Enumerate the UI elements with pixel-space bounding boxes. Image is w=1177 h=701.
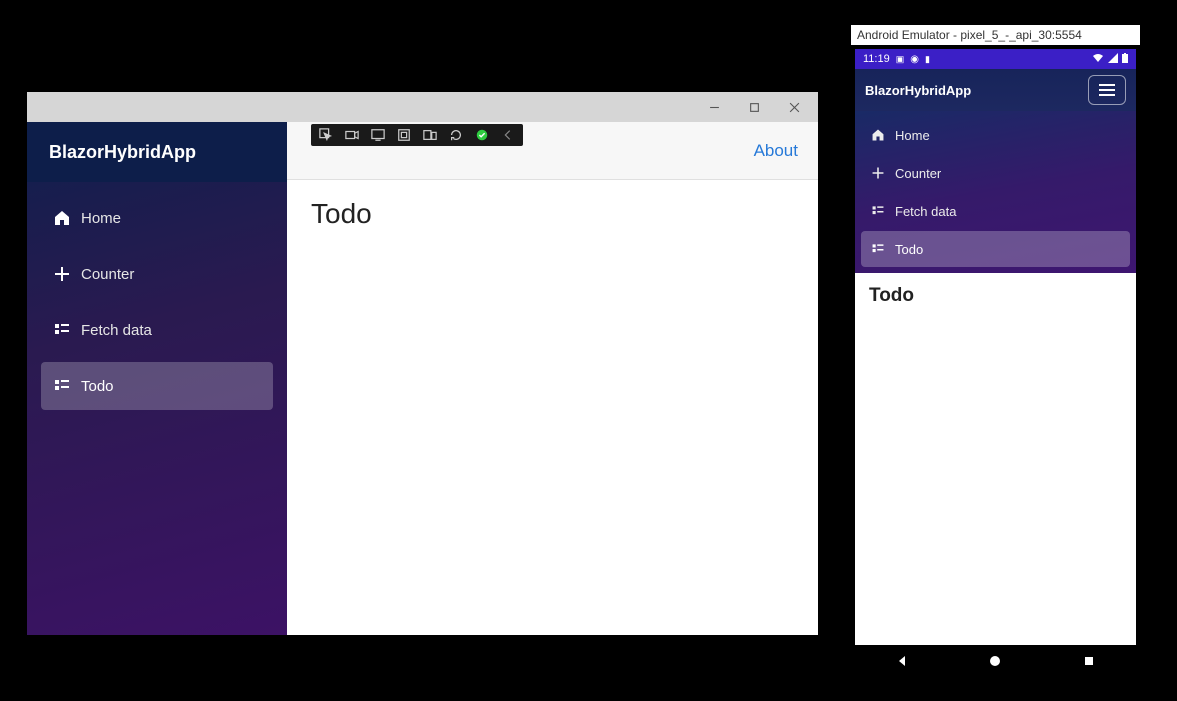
content-area: About Todo <box>287 122 818 635</box>
android-overview-button[interactable] <box>1082 654 1096 673</box>
mobile-content: Todo <box>855 273 1136 645</box>
list-icon <box>53 321 81 339</box>
home-icon <box>871 128 895 142</box>
mobile-nav-label: Fetch data <box>895 204 956 219</box>
mobile-nav-item-fetchdata[interactable]: Fetch data <box>861 193 1130 229</box>
about-link[interactable]: About <box>754 141 798 161</box>
mobile-app-header: BlazorHybridApp <box>855 69 1136 111</box>
android-emulator-window: Android Emulator - pixel_5_-_api_30:5554… <box>851 25 1140 685</box>
desktop-window: BlazorHybridApp Home Counter Fetch data … <box>27 92 818 635</box>
refresh-icon[interactable] <box>443 125 469 145</box>
content-body: Todo <box>287 180 818 248</box>
mobile-nav-label: Home <box>895 128 930 143</box>
status-card-icon: ▮ <box>925 54 930 65</box>
plus-icon <box>871 166 895 180</box>
signal-icon <box>1108 53 1118 66</box>
android-statusbar: 11:19 ▣ ◉ ▮ <box>855 49 1136 69</box>
status-debug-icon: ◉ <box>910 54 919 65</box>
status-time: 11:19 <box>863 53 890 65</box>
sidebar-item-fetchdata[interactable]: Fetch data <box>41 306 273 354</box>
frame-icon[interactable] <box>391 125 417 145</box>
list-icon <box>871 242 895 256</box>
mobile-nav-item-counter[interactable]: Counter <box>861 155 1130 191</box>
mobile-nav-item-home[interactable]: Home <box>861 117 1130 153</box>
emulator-titlebar: Android Emulator - pixel_5_-_api_30:5554 <box>851 25 1140 45</box>
mobile-nav-label: Todo <box>895 242 923 257</box>
page-title: Todo <box>311 198 794 230</box>
sidebar-item-home[interactable]: Home <box>41 194 273 242</box>
android-nav-bar <box>855 645 1136 681</box>
battery-icon <box>1122 53 1128 66</box>
mobile-nav-item-todo[interactable]: Todo <box>861 231 1130 267</box>
window-titlebar <box>27 92 818 122</box>
mobile-page-title: Todo <box>869 285 1122 307</box>
sidebar-item-label: Fetch data <box>81 322 152 339</box>
plus-icon <box>53 265 81 283</box>
sidebar-item-label: Counter <box>81 266 134 283</box>
list-icon <box>53 377 81 395</box>
hamburger-menu-button[interactable] <box>1088 75 1126 105</box>
app-name: BlazorHybridApp <box>27 122 287 182</box>
mobile-nav: Home Counter Fetch data Todo <box>855 111 1136 273</box>
android-home-button[interactable] <box>988 654 1002 673</box>
home-icon <box>53 209 81 227</box>
sidebar-item-todo[interactable]: Todo <box>41 362 273 410</box>
window-maximize-button[interactable] <box>734 93 774 121</box>
select-element-icon[interactable] <box>313 125 339 145</box>
sidebar-item-label: Todo <box>81 378 114 395</box>
window-body: BlazorHybridApp Home Counter Fetch data … <box>27 122 818 635</box>
status-icon: ▣ <box>896 54 905 65</box>
list-icon <box>871 204 895 218</box>
debug-toolbar <box>311 124 523 146</box>
camera-icon[interactable] <box>339 125 365 145</box>
sidebar-item-label: Home <box>81 210 121 227</box>
sidebar-nav: Home Counter Fetch data Todo <box>27 182 287 422</box>
responsive-icon[interactable] <box>417 125 443 145</box>
screen-cast-icon[interactable] <box>365 125 391 145</box>
mobile-app-title: BlazorHybridApp <box>865 83 971 98</box>
window-close-button[interactable] <box>774 93 814 121</box>
wifi-icon <box>1092 53 1104 66</box>
android-back-button[interactable] <box>895 654 909 673</box>
sidebar-item-counter[interactable]: Counter <box>41 250 273 298</box>
check-icon[interactable] <box>469 125 495 145</box>
chevron-left-icon[interactable] <box>495 125 521 145</box>
sidebar: BlazorHybridApp Home Counter Fetch data … <box>27 122 287 635</box>
phone-frame: 11:19 ▣ ◉ ▮ Bla <box>851 45 1140 685</box>
window-minimize-button[interactable] <box>694 93 734 121</box>
phone-screen: 11:19 ▣ ◉ ▮ Bla <box>855 49 1136 681</box>
mobile-nav-label: Counter <box>895 166 941 181</box>
